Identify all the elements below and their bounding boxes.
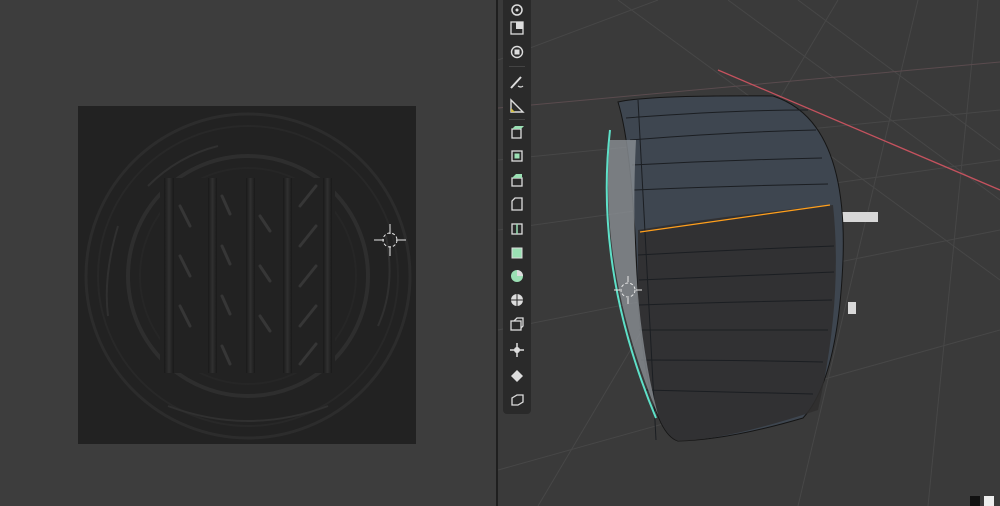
- shear-icon: [511, 370, 523, 382]
- loop-cut-icon: [511, 223, 523, 235]
- knife-icon: [511, 247, 523, 259]
- axle-stub-lower: [848, 302, 856, 314]
- extrude-tool-button[interactable]: [507, 146, 527, 166]
- knife-tool-button[interactable]: [507, 242, 527, 262]
- edge-slide-icon: [510, 317, 524, 331]
- scale-icon: [510, 21, 524, 35]
- loop-cut-tool-button[interactable]: [507, 218, 527, 238]
- rotate-tool-button[interactable]: [507, 0, 527, 20]
- bevel-tool-button[interactable]: [507, 194, 527, 214]
- tire-normal-map-icon: [84, 112, 412, 440]
- inset-icon: [511, 174, 523, 187]
- corner-widget-light: [984, 496, 994, 506]
- rip-tool-button[interactable]: [507, 390, 527, 410]
- edge-slide-tool-button[interactable]: [507, 314, 527, 334]
- wheel-mesh: [605, 95, 844, 442]
- scale-tool-button[interactable]: [507, 18, 527, 38]
- shrink-fatten-tool-button[interactable]: [507, 340, 527, 360]
- extrude-icon: [511, 150, 523, 162]
- measure-icon: [510, 98, 525, 113]
- measure-tool-button[interactable]: [507, 96, 527, 116]
- 3d-cursor-icon[interactable]: [374, 224, 406, 256]
- smooth-tool-button[interactable]: [507, 290, 527, 310]
- image-editor[interactable]: [0, 0, 496, 506]
- inset-tool-button[interactable]: [507, 170, 527, 190]
- corner-widget-dark: [970, 496, 980, 506]
- transform-icon: [510, 45, 524, 59]
- annotate-icon: [510, 76, 524, 89]
- bevel-icon: [511, 197, 523, 211]
- rip-icon: [511, 394, 524, 406]
- add-cube-icon: [511, 126, 524, 139]
- transform-tool-button[interactable]: [507, 42, 527, 62]
- axle-stub: [838, 212, 878, 222]
- add-cube-tool-button[interactable]: [507, 122, 527, 142]
- spin-icon: [511, 270, 523, 282]
- tire-texture-image[interactable]: [78, 106, 416, 444]
- rotate-icon: [511, 4, 523, 16]
- shrink-fatten-icon: [510, 343, 524, 357]
- smooth-icon: [511, 294, 523, 306]
- annotate-tool-button[interactable]: [507, 72, 527, 92]
- spin-tool-button[interactable]: [507, 266, 527, 286]
- 3d-viewport[interactable]: [498, 0, 1000, 506]
- shear-tool-button[interactable]: [507, 366, 527, 386]
- tool-shelf: [503, 0, 531, 414]
- viewport-grid: [498, 0, 1000, 506]
